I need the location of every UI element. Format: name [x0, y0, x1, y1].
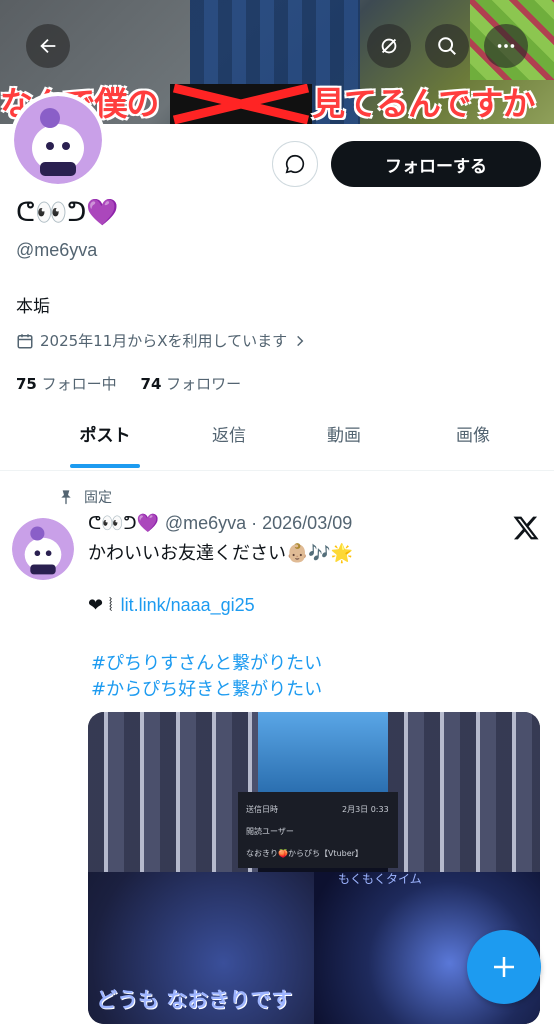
followers-label: フォロワー: [166, 375, 242, 393]
avatar[interactable]: [10, 92, 106, 188]
banner-caption-right: 見てるんですか: [312, 84, 535, 123]
compose-plus-icon: [494, 957, 514, 977]
pinned-indicator: 固定: [58, 487, 112, 507]
media-collage-left: [88, 712, 258, 872]
message-icon: [285, 154, 305, 174]
profile-name: ᕦ👀ᕤ💜: [16, 198, 119, 228]
tab-replies[interactable]: 返信: [170, 414, 288, 470]
media-text-2: 2月3日 0:33: [342, 805, 389, 814]
media-text-1: 送信日時: [246, 805, 278, 814]
more-icon: [497, 44, 515, 48]
post-meta: @me6yva · 2026/03/09: [164, 513, 353, 533]
followers-link[interactable]: 74 フォロワー: [141, 375, 242, 393]
post-link-row: ❤︎ ⦚ lit.link/naaa_gi25: [88, 595, 255, 616]
media-collage-right: [388, 712, 540, 872]
pin-icon: [61, 490, 71, 505]
follow-button[interactable]: フォローする: [331, 141, 541, 187]
chevron-right-icon: [297, 335, 304, 346]
follow-stats: 75 フォロー中 74 フォロワー: [16, 373, 241, 394]
hide-reposts-icon: [381, 38, 397, 54]
x-logo-icon[interactable]: [512, 514, 540, 542]
calendar-icon: [17, 333, 33, 348]
joined-date[interactable]: 2025年11月からXを利用しています: [16, 330, 307, 351]
following-link[interactable]: 75 フォロー中: [16, 375, 117, 393]
post-author-name[interactable]: ᕦ👀ᕤ💜: [88, 513, 159, 534]
joined-text: 2025年11月からXを利用しています: [40, 332, 288, 350]
compose-button[interactable]: [467, 930, 541, 1004]
profile-bio: 本垢: [16, 297, 50, 317]
post-text: かわいいお友達ください👶🏼🎶🌟: [88, 543, 354, 564]
followers-count: 74: [140, 375, 162, 393]
post-link-prefix: ❤︎ ⦚: [88, 595, 113, 616]
media-screen: [258, 712, 388, 792]
tab-videos[interactable]: 動画: [288, 414, 400, 470]
back-arrow-icon: [40, 38, 56, 54]
media-caption: どうも なおきりです: [96, 988, 293, 1012]
profile-handle: @me6yva: [16, 240, 98, 260]
pinned-label: 固定: [84, 490, 112, 506]
message-button[interactable]: [272, 141, 318, 187]
hashtag-1[interactable]: #ぴちりすさんと繋がりたい: [91, 649, 322, 675]
more-button[interactable]: [484, 24, 528, 68]
media-chat-panel: 送信日時 2月3日 0:33 閲読ユーザー なおきり🍑からぴち【Vtuber】: [238, 792, 398, 868]
hashtag-2[interactable]: #からぴち好きと繋がりたい: [91, 675, 322, 701]
profile-tabs: ポスト 返信 動画 画像: [0, 414, 554, 471]
media-text-4: なおきり🍑からぴち【Vtuber】: [246, 849, 363, 858]
following-count: 75: [16, 375, 37, 393]
tab-active-indicator: [70, 464, 140, 468]
tab-posts[interactable]: ポスト: [40, 414, 170, 470]
media-text-5: もくもくタイム: [338, 872, 422, 886]
tab-images[interactable]: 画像: [400, 414, 546, 470]
hide-reposts-button[interactable]: [367, 24, 411, 68]
back-button[interactable]: [26, 24, 70, 68]
following-label: フォロー中: [41, 375, 117, 393]
search-icon: [438, 37, 456, 55]
post-header: ᕦ👀ᕤ💜 @me6yva · 2026/03/09: [88, 513, 352, 534]
search-button[interactable]: [425, 24, 469, 68]
media-text-3: 閲読ユーザー: [246, 827, 294, 836]
post-avatar[interactable]: [12, 518, 74, 580]
post-link[interactable]: lit.link/naaa_gi25: [121, 595, 255, 616]
